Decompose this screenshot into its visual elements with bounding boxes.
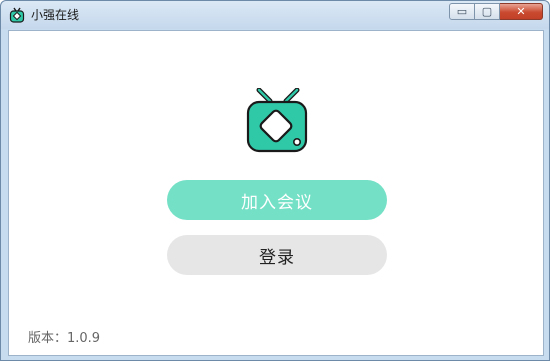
tv-logo-icon	[246, 87, 310, 154]
maximize-button[interactable]: ▢	[475, 3, 500, 20]
main-panel: 加入会议 登录 版本：1.0.9	[8, 30, 544, 356]
close-button[interactable]: ✕	[500, 3, 543, 20]
app-window: 小强在线 ▭ ▢ ✕ 加入会议 登录 版本：1.0.9	[0, 0, 550, 361]
join-meeting-button[interactable]: 加入会议	[167, 180, 387, 220]
close-icon: ✕	[516, 5, 526, 18]
version-label: 版本：1.0.9	[28, 331, 101, 346]
app-icon	[9, 7, 25, 23]
minimize-icon: ▭	[456, 5, 468, 18]
minimize-button[interactable]: ▭	[449, 3, 475, 20]
title-bar[interactable]: 小强在线 ▭ ▢ ✕	[1, 1, 549, 29]
window-controls: ▭ ▢ ✕	[449, 3, 543, 21]
maximize-icon: ▢	[481, 5, 493, 18]
window-title: 小强在线	[31, 8, 80, 22]
login-button[interactable]: 登录	[167, 235, 387, 275]
